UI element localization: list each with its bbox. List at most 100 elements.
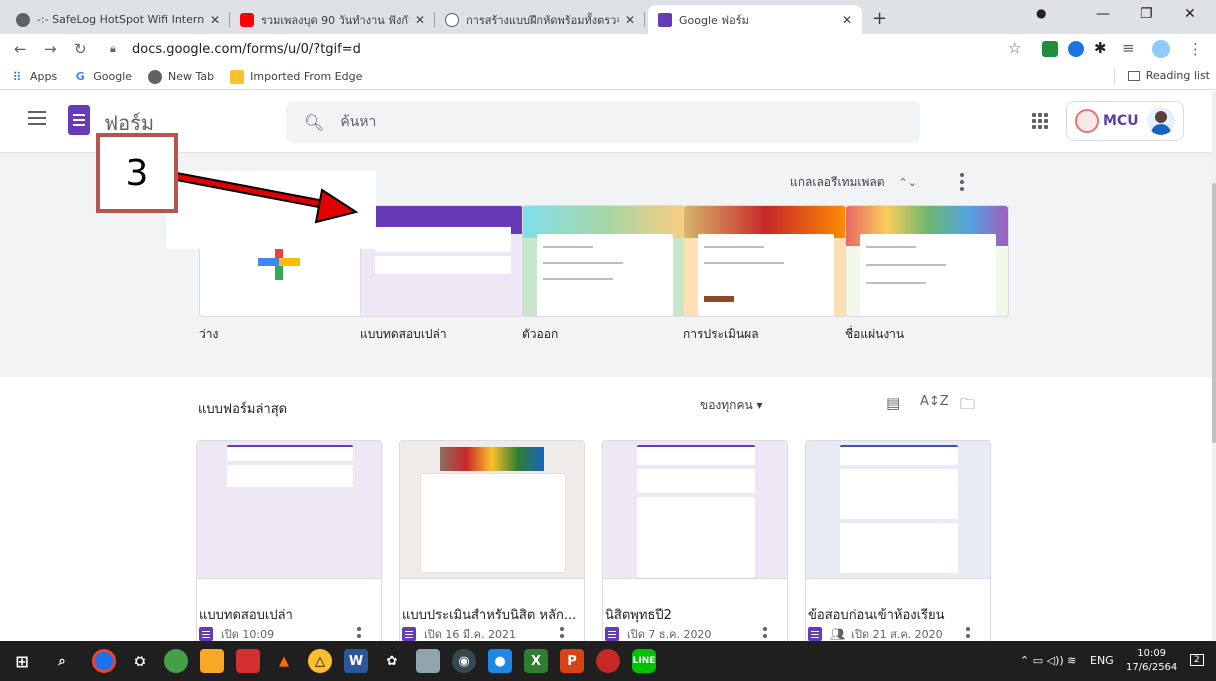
form-title: ข้อสอบก่อนเข้าห้องเรียน [808, 608, 945, 623]
template-gallery-toggle[interactable]: แกลเลอรีเทมเพลต ⌃⌄ [790, 173, 917, 192]
close-tab-icon[interactable]: ✕ [210, 13, 220, 27]
forms-icon [402, 627, 416, 641]
template-evaluation[interactable] [683, 205, 847, 317]
new-tab-button[interactable]: + [872, 8, 887, 29]
org-seal-icon [1075, 109, 1099, 133]
google-apps-icon[interactable] [1032, 113, 1048, 129]
forms-icon [199, 627, 213, 641]
sort-az-icon[interactable]: A↕Z [920, 394, 949, 409]
taskbar-clock[interactable]: 10:09 17/6/2564 [1126, 647, 1177, 675]
recent-form-card[interactable]: นิสิตพุทธปี2 เปิด 7 ธ.ค. 2020 [602, 440, 788, 648]
pdf-reader-icon[interactable] [236, 649, 260, 673]
reading-list[interactable]: Reading list [1113, 69, 1210, 85]
forms-icon [605, 627, 619, 641]
bookmark-imported-from-edge[interactable]: Imported From Edge [230, 69, 362, 84]
page-scrollbar-thumb[interactable] [1212, 183, 1216, 443]
app-icon[interactable] [596, 649, 620, 673]
profile-dot-icon[interactable]: ● [1036, 6, 1046, 20]
recent-forms-title: แบบฟอร์มล่าสุด [198, 402, 288, 417]
gallery-more-icon[interactable] [960, 173, 964, 194]
close-tab-icon[interactable]: ✕ [842, 13, 852, 27]
profile-avatar-icon[interactable] [1152, 40, 1170, 58]
globe-icon [148, 69, 163, 84]
recent-form-card[interactable]: แบบประเมินสำหรับนิสิต หลัก... เปิด 16 มี… [399, 440, 585, 648]
powerpoint-icon[interactable]: P [560, 649, 584, 673]
forms-icon [808, 627, 822, 641]
recent-form-card[interactable]: ข้อสอบก่อนเข้าห้องเรียน 👥︎ เปิด 21 ส.ค. … [805, 440, 991, 648]
reading-mode-icon[interactable]: ≡ [1122, 39, 1135, 57]
file-explorer-icon[interactable] [200, 649, 224, 673]
form-thumbnail [806, 441, 990, 579]
camera-icon[interactable]: ◉ [452, 649, 476, 673]
template-worksheet[interactable] [845, 205, 1009, 317]
tab-exercise-guide[interactable]: การสร้างแบบฝึกหัดพร้อมทั้งตรวจอัตโน ✕ [435, 5, 645, 34]
address-bar[interactable]: 🔒︎ docs.google.com/forms/u/0/?tgif=d [110, 37, 990, 61]
back-icon[interactable]: ← [14, 40, 27, 58]
template-blank-quiz[interactable] [360, 205, 524, 317]
tab-google-forms[interactable]: Google ฟอร์ม ✕ [648, 5, 862, 34]
store-icon[interactable]: ⛭ [128, 649, 152, 673]
url-text: docs.google.com/forms/u/0/?tgif=d [132, 41, 361, 57]
reading-list-icon [1127, 70, 1140, 81]
line-app-icon[interactable]: LINE [632, 649, 656, 673]
template-label: ชื่อแผ่นงาน [845, 327, 905, 341]
input-language[interactable]: ENG [1090, 654, 1114, 667]
restore-icon[interactable]: ❐ [1140, 6, 1153, 22]
user-avatar[interactable] [1147, 107, 1175, 135]
form-title: นิสิตพุทธปี2 [605, 608, 672, 623]
reload-icon[interactable]: ↻ [74, 40, 87, 58]
search-bar[interactable]: 🔍︎ ค้นหา [286, 101, 920, 143]
windows-taskbar: ⊞ ⌕ ⛭ ▲ △ W ✿ ◉ ● X P LINE ⌃ ▭ ◁)) ≋ ENG… [0, 641, 1216, 681]
template-label: ตัวออก [522, 327, 559, 341]
sheets-extension-icon[interactable] [1042, 41, 1058, 57]
app-icon[interactable]: △ [308, 649, 332, 673]
globe-icon [16, 12, 30, 27]
form-thumbnail [603, 441, 787, 579]
bookmark-new-tab[interactable]: New Tab [148, 69, 214, 84]
close-tab-icon[interactable]: ✕ [415, 13, 425, 27]
zoom-icon[interactable]: ● [488, 649, 512, 673]
forms-logo-icon[interactable] [68, 105, 90, 135]
expand-collapse-icon: ⌃⌄ [898, 176, 917, 189]
form-title: แบบทดสอบเปล่า [199, 608, 293, 623]
account-switcher[interactable]: MCU [1066, 101, 1184, 141]
app-icon[interactable] [416, 649, 440, 673]
forward-icon[interactable]: → [44, 40, 57, 58]
template-party-invite[interactable] [522, 205, 686, 317]
notification-center-icon[interactable]: 2 [1190, 654, 1204, 666]
app-icon[interactable] [164, 649, 188, 673]
owner-filter-dropdown[interactable]: ของทุกคน ▾ [700, 396, 763, 415]
chrome-icon[interactable] [92, 649, 116, 673]
tab-youtube-music[interactable]: รวมเพลงบุด 90 วันทำงาน ฟังกันย ✕ [230, 5, 435, 34]
close-window-icon[interactable]: ✕ [1184, 6, 1196, 22]
recent-form-card[interactable]: แบบทดสอบเปล่า เปิด 10:09 [196, 440, 382, 648]
word-icon[interactable]: W [344, 649, 368, 673]
bookmark-apps[interactable]: ⠿ Apps [10, 70, 58, 84]
extensions-puzzle-icon[interactable]: ✱ [1094, 39, 1107, 57]
bookmarks-bar: ⠿ Apps G Google New Tab Imported From Ed… [0, 64, 1216, 90]
folder-icon [230, 69, 245, 84]
extension-icon[interactable] [1068, 41, 1084, 57]
app-icon[interactable]: ✿ [380, 649, 404, 673]
search-input[interactable]: ค้นหา [340, 111, 376, 133]
minimize-icon[interactable]: — [1096, 6, 1110, 22]
windows-start-icon[interactable]: ⊞ [10, 649, 34, 673]
excel-icon[interactable]: X [524, 649, 548, 673]
forms-header: ฟอร์ม 🔍︎ ค้นหา MCU [0, 91, 1216, 153]
browser-menu-icon[interactable]: ⋮ [1188, 40, 1203, 58]
tab-safelog[interactable]: -:- SafeLog HotSpot Wifi Internet ✕ [6, 5, 230, 34]
annotation-step-number: 3 [96, 133, 178, 213]
list-view-icon[interactable]: ▤ [886, 394, 900, 412]
form-thumbnail [400, 441, 584, 579]
main-menu-icon[interactable] [28, 111, 46, 125]
shared-people-icon: 👥︎ [830, 627, 846, 641]
vlc-icon[interactable]: ▲ [272, 649, 296, 673]
google-icon: G [75, 70, 85, 83]
bookmark-star-icon[interactable]: ☆ [1008, 39, 1021, 57]
folder-icon[interactable]: 🗀︎ [960, 394, 975, 419]
search-icon[interactable]: ⌕ [50, 649, 74, 673]
tray-icons[interactable]: ⌃ ▭ ◁)) ≋ [1020, 654, 1076, 667]
search-icon[interactable]: 🔍︎ [304, 113, 324, 132]
close-tab-icon[interactable]: ✕ [625, 13, 635, 27]
bookmark-google[interactable]: G Google [73, 70, 132, 84]
